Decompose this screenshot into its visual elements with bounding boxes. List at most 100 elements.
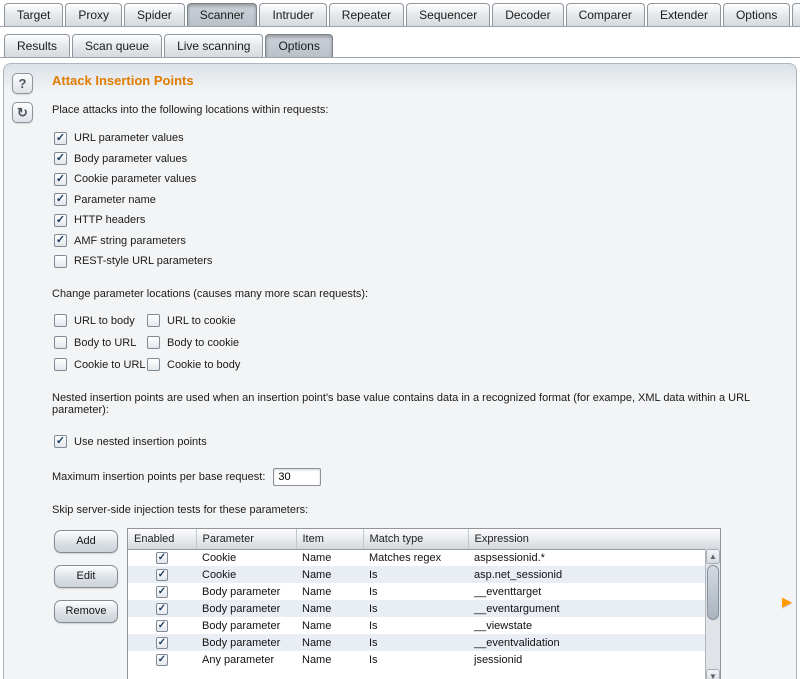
table-row[interactable]: Body parameter Name Is __eventargument: [128, 600, 720, 617]
scrollbar-thumb[interactable]: [707, 565, 719, 620]
checkbox-url-to-cookie[interactable]: URL to cookie: [147, 310, 240, 332]
main-tab-bar: Target Proxy Spider Scanner Intruder Rep…: [0, 0, 800, 27]
row-enabled-checkbox[interactable]: [156, 620, 168, 632]
cell-item: Name: [302, 636, 332, 649]
table-scrollbar[interactable]: ▲ ▼: [705, 549, 720, 679]
checkbox-label: URL parameter values: [74, 132, 184, 145]
scroll-down-arrow-icon[interactable]: ▼: [706, 669, 720, 679]
cell-expression: __eventvalidation: [474, 636, 560, 649]
checkbox-label: Body to cookie: [167, 336, 240, 349]
expand-panel-arrow-icon[interactable]: ▶: [782, 594, 792, 610]
row-enabled-checkbox[interactable]: [156, 586, 168, 598]
column-header-expression[interactable]: Expression: [468, 529, 720, 550]
tab-scanner[interactable]: Scanner: [186, 3, 258, 26]
checkbox-label: Use nested insertion points: [74, 435, 207, 448]
tab-options-main[interactable]: Options: [722, 3, 791, 26]
sub-tab-results[interactable]: Results: [4, 34, 71, 57]
checkbox-label: Body to URL: [74, 336, 137, 349]
row-enabled-checkbox[interactable]: [156, 603, 168, 615]
checkbox-label: Cookie to URL: [74, 358, 146, 371]
table-row[interactable]: Body parameter Name Is __eventtarget: [128, 583, 720, 600]
tab-sequencer[interactable]: Sequencer: [406, 3, 491, 26]
table-row[interactable]: Any parameter Name Is jsessionid: [128, 651, 720, 668]
checkbox-http-headers[interactable]: HTTP headers: [54, 210, 786, 231]
table-row[interactable]: Body parameter Name Is __viewstate: [128, 617, 720, 634]
cell-parameter: Body parameter: [202, 585, 281, 598]
checkbox-label: Cookie to body: [167, 358, 241, 371]
table-row[interactable]: Cookie Name Matches regex aspsessionid.*: [128, 549, 720, 566]
skip-parameters-section: Add Edit Remove Enabled Parameter Item M…: [54, 528, 786, 679]
checkbox-icon: [54, 213, 67, 227]
checkbox-label: REST-style URL parameters: [74, 255, 213, 268]
checkbox-body-to-cookie[interactable]: Body to cookie: [147, 332, 240, 354]
cell-expression: aspsessionid.*: [474, 551, 545, 564]
checkbox-icon: [54, 172, 67, 186]
checkbox-cookie-parameter-values[interactable]: Cookie parameter values: [54, 169, 786, 190]
row-enabled-checkbox[interactable]: [156, 637, 168, 649]
cell-match-type: Is: [369, 568, 378, 581]
checkbox-body-to-url[interactable]: Body to URL: [54, 332, 147, 354]
cell-match-type: Is: [369, 619, 378, 632]
attack-insertion-points-panel: ? ↻ Attack Insertion Points Place attack…: [3, 63, 797, 679]
restore-defaults-button[interactable]: ↻: [12, 102, 33, 123]
checkbox-icon: [54, 435, 67, 449]
checkbox-icon: [54, 152, 67, 166]
table-row[interactable]: Cookie Name Is asp.net_sessionid: [128, 566, 720, 583]
checkbox-cookie-to-body[interactable]: Cookie to body: [147, 354, 240, 376]
skip-injection-tests-text: Skip server-side injection tests for the…: [52, 504, 309, 516]
remove-button[interactable]: Remove: [54, 600, 118, 623]
sub-tab-options[interactable]: Options: [265, 34, 333, 57]
tab-comparer[interactable]: Comparer: [565, 3, 645, 26]
column-header-parameter[interactable]: Parameter: [196, 529, 297, 550]
checkbox-body-parameter-values[interactable]: Body parameter values: [54, 149, 786, 170]
tab-decoder[interactable]: Decoder: [492, 3, 564, 26]
sub-tab-scan-queue[interactable]: Scan queue: [72, 34, 163, 57]
cell-item: Name: [302, 568, 332, 581]
change-locations-grid: URL to body URL to cookie Body to URL Bo…: [54, 310, 240, 376]
edit-button[interactable]: Edit: [54, 565, 118, 588]
cell-item: Name: [302, 602, 332, 615]
cell-match-type: Is: [369, 636, 378, 649]
panel-gutter: ? ↻: [12, 73, 33, 123]
checkbox-rest-style-url-parameters[interactable]: REST-style URL parameters: [54, 251, 786, 272]
location-checkbox-list: URL parameter values Body parameter valu…: [54, 128, 786, 272]
tab-proxy[interactable]: Proxy: [65, 3, 123, 26]
checkbox-icon: [54, 254, 67, 268]
add-button[interactable]: Add: [54, 530, 118, 553]
checkbox-use-nested-insertion-points[interactable]: Use nested insertion points: [54, 432, 786, 453]
cell-item: Name: [302, 585, 332, 598]
panel-content: Attack Insertion Points Place attacks in…: [49, 64, 796, 679]
scroll-up-arrow-icon[interactable]: ▲: [706, 549, 720, 564]
column-header-enabled[interactable]: Enabled: [128, 529, 197, 550]
change-locations-text: Change parameter locations (causes many …: [52, 287, 369, 300]
checkbox-amf-string-parameters[interactable]: AMF string parameters: [54, 231, 786, 252]
checkbox-url-to-body[interactable]: URL to body: [54, 310, 147, 332]
checkbox-parameter-name[interactable]: Parameter name: [54, 190, 786, 211]
checkbox-icon: [54, 234, 67, 248]
row-enabled-checkbox[interactable]: [156, 654, 168, 666]
row-enabled-checkbox[interactable]: [156, 569, 168, 581]
column-header-item[interactable]: Item: [296, 529, 364, 550]
row-enabled-checkbox[interactable]: [156, 552, 168, 565]
max-insertion-points-input[interactable]: [273, 468, 322, 486]
column-header-match-type[interactable]: Match type: [363, 529, 469, 550]
help-button[interactable]: ?: [12, 73, 33, 94]
checkbox-url-parameter-values[interactable]: URL parameter values: [54, 128, 786, 149]
sub-tab-live-scanning[interactable]: Live scanning: [164, 34, 264, 57]
cell-match-type: Is: [369, 653, 378, 666]
cell-match-type: Is: [369, 585, 378, 598]
cell-match-type: Matches regex: [369, 551, 442, 564]
nested-checkbox-wrap: Use nested insertion points: [54, 432, 786, 453]
checkbox-label: URL to body: [74, 314, 135, 327]
cell-expression: __eventtarget: [474, 585, 542, 598]
tab-extender[interactable]: Extender: [646, 3, 721, 26]
checkbox-cookie-to-url[interactable]: Cookie to URL: [54, 354, 147, 376]
tab-target[interactable]: Target: [4, 3, 64, 26]
checkbox-label: Cookie parameter values: [74, 173, 197, 186]
tab-spider[interactable]: Spider: [124, 3, 185, 26]
tab-alerts[interactable]: Alerts: [792, 3, 800, 26]
tab-intruder[interactable]: Intruder: [259, 3, 327, 26]
table-row[interactable]: Body parameter Name Is __eventvalidation: [128, 634, 720, 651]
cell-item: Name: [302, 619, 332, 632]
tab-repeater[interactable]: Repeater: [328, 3, 405, 26]
